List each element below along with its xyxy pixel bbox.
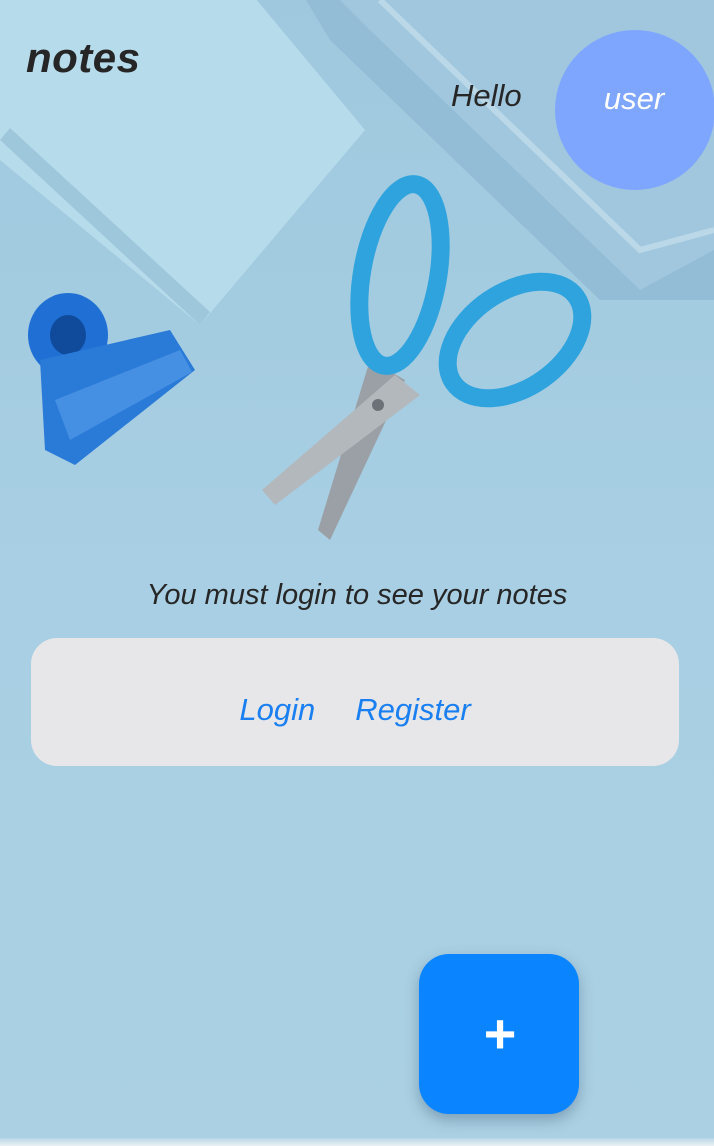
- auth-card: Login Register: [31, 638, 679, 766]
- avatar-label: user: [603, 81, 665, 116]
- register-link[interactable]: Register: [335, 686, 490, 734]
- add-note-button[interactable]: +: [419, 954, 579, 1114]
- user-avatar-button[interactable]: user: [555, 30, 714, 190]
- greeting-text: Hello: [451, 78, 522, 113]
- plus-icon: +: [482, 1002, 516, 1065]
- login-link[interactable]: Login: [219, 686, 335, 734]
- login-required-message: You must login to see your notes: [146, 579, 568, 611]
- bottom-edge: [0, 1138, 714, 1146]
- app-title: notes: [26, 34, 141, 81]
